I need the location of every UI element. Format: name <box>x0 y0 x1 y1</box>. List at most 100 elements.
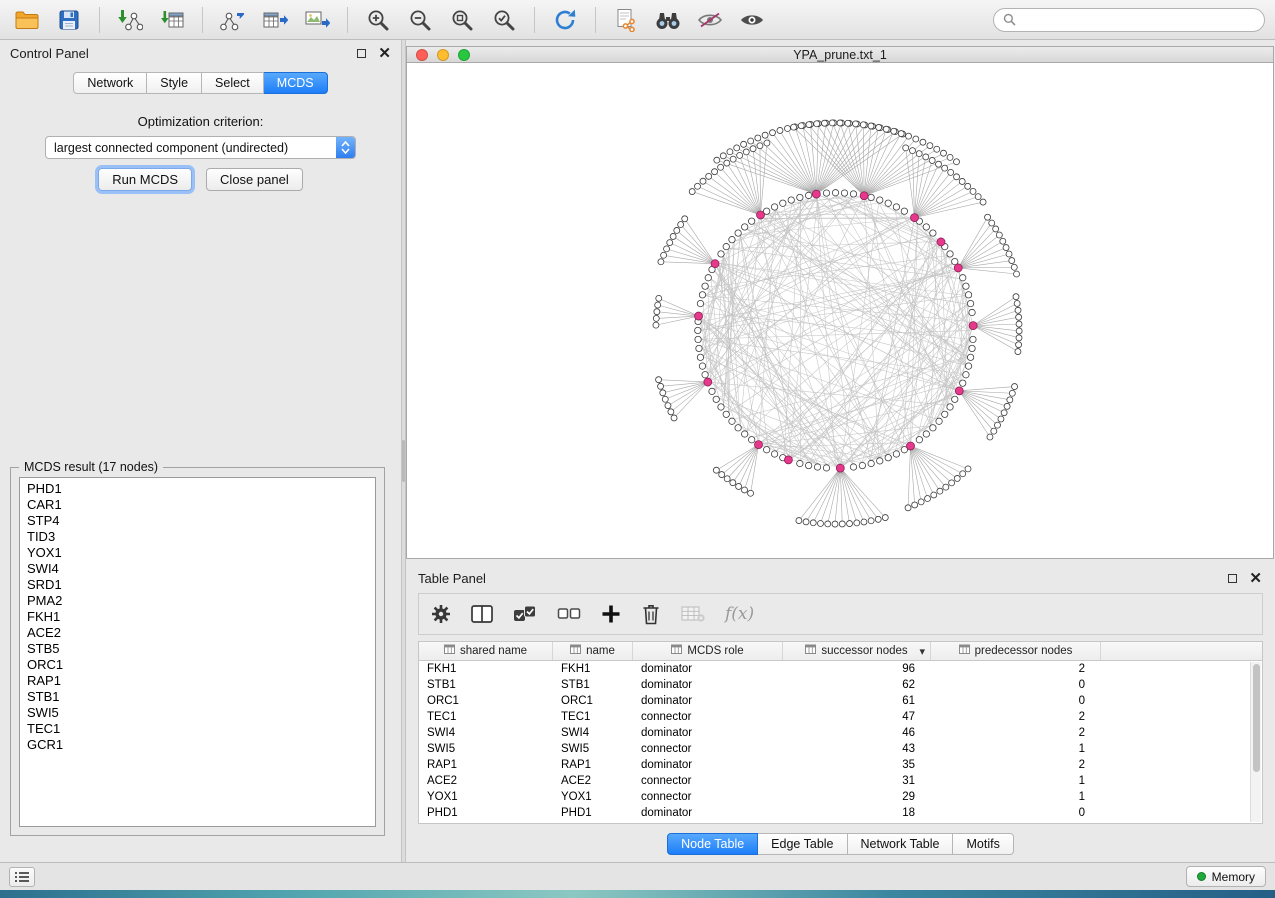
table-scrollbar[interactable] <box>1250 662 1261 822</box>
table-cell: 1 <box>931 741 1101 757</box>
export-image-icon[interactable] <box>300 5 334 35</box>
node-table: shared namenameMCDS rolesuccessor nodes▾… <box>418 641 1263 824</box>
table-panel-float-button[interactable] <box>1228 574 1237 583</box>
tab-style[interactable]: Style <box>147 72 202 94</box>
mcds-result-item[interactable]: SWI4 <box>20 561 375 577</box>
mcds-result-item[interactable]: STB5 <box>20 641 375 657</box>
table-row[interactable]: STB1STB1dominator620 <box>419 677 1262 693</box>
window-zoom-button[interactable] <box>458 49 470 61</box>
mcds-result-item[interactable]: PMA2 <box>20 593 375 609</box>
table-cell: STB1 <box>553 677 633 693</box>
close-panel-action-button[interactable]: Close panel <box>206 168 303 191</box>
export-table-icon[interactable] <box>258 5 292 35</box>
split-columns-icon[interactable] <box>471 605 493 623</box>
table-panel-tabs: Node TableEdge TableNetwork TableMotifs <box>406 833 1275 855</box>
gear-icon[interactable] <box>431 604 451 624</box>
tab-motifs[interactable]: Motifs <box>953 833 1013 855</box>
column-header-shared-name[interactable]: shared name <box>419 642 553 660</box>
table-row[interactable]: PHD1PHD1dominator180 <box>419 805 1262 821</box>
search-input[interactable] <box>1022 13 1255 27</box>
refresh-icon[interactable] <box>548 5 582 35</box>
table-cell-filler <box>1101 677 1262 693</box>
table-cell: 29 <box>783 789 931 805</box>
zoom-fit-icon[interactable] <box>445 5 479 35</box>
task-history-icon[interactable] <box>9 867 35 887</box>
table-cell: SWI5 <box>553 741 633 757</box>
run-mcds-button[interactable]: Run MCDS <box>98 168 192 191</box>
hide-details-icon[interactable] <box>693 5 727 35</box>
mcds-result-item[interactable]: TEC1 <box>20 721 375 737</box>
table-cell-filler <box>1101 741 1262 757</box>
toolbar-separator <box>202 7 203 33</box>
mcds-result-item[interactable]: CAR1 <box>20 497 375 513</box>
sort-arrow-icon[interactable]: ▾ <box>919 645 925 658</box>
close-panel-button[interactable]: ✕ <box>378 46 391 61</box>
tab-edge-table[interactable]: Edge Table <box>758 833 847 855</box>
scrollbar-thumb[interactable] <box>1253 664 1260 772</box>
network-canvas[interactable] <box>406 63 1274 559</box>
table-cell: ORC1 <box>419 693 553 709</box>
mcds-result-item[interactable]: STB1 <box>20 689 375 705</box>
table-cell: RAP1 <box>553 757 633 773</box>
dropdown-stepper-icon <box>336 137 355 158</box>
column-header-predecessor-nodes[interactable]: predecessor nodes <box>931 642 1101 660</box>
table-panel-close-button[interactable]: ✕ <box>1249 571 1262 586</box>
save-icon[interactable] <box>52 5 86 35</box>
mcds-result-item[interactable]: SRD1 <box>20 577 375 593</box>
mcds-result-item[interactable]: STP4 <box>20 513 375 529</box>
import-network-icon[interactable] <box>113 5 147 35</box>
table-row[interactable]: ACE2ACE2connector311 <box>419 773 1262 789</box>
table-row[interactable]: RAP1RAP1dominator352 <box>419 757 1262 773</box>
tab-select[interactable]: Select <box>202 72 264 94</box>
mcds-result-item[interactable]: YOX1 <box>20 545 375 561</box>
column-header-MCDS-role[interactable]: MCDS role <box>633 642 783 660</box>
binoculars-icon[interactable] <box>651 5 685 35</box>
mcds-result-item[interactable]: SWI5 <box>20 705 375 721</box>
import-table-icon[interactable] <box>155 5 189 35</box>
window-minimize-button[interactable] <box>437 49 449 61</box>
table-row[interactable]: FKH1FKH1dominator962 <box>419 661 1262 677</box>
column-header-name[interactable]: name <box>553 642 633 660</box>
table-cell: 2 <box>931 661 1101 677</box>
table-cell: 1 <box>931 773 1101 789</box>
table-row[interactable]: YOX1YOX1connector291 <box>419 789 1262 805</box>
mcds-result-list: PHD1CAR1STP4TID3YOX1SWI4SRD1PMA2FKH1ACE2… <box>19 477 376 827</box>
table-row[interactable]: SWI5SWI5connector431 <box>419 741 1262 757</box>
trash-icon[interactable] <box>641 603 661 625</box>
float-panel-button[interactable] <box>357 49 366 58</box>
optimization-criterion-dropdown[interactable]: largest connected component (undirected) <box>45 136 356 159</box>
memory-label: Memory <box>1212 870 1255 884</box>
tab-network-table[interactable]: Network Table <box>848 833 954 855</box>
column-header-successor-nodes[interactable]: successor nodes▾ <box>783 642 931 660</box>
table-cell: 43 <box>783 741 931 757</box>
open-folder-icon[interactable] <box>10 5 44 35</box>
select-all-checks-icon[interactable] <box>513 604 537 624</box>
show-details-icon[interactable] <box>735 5 769 35</box>
column-header-filler <box>1101 642 1262 660</box>
tab-mcds[interactable]: MCDS <box>264 72 328 94</box>
window-close-button[interactable] <box>416 49 428 61</box>
splitter-handle[interactable] <box>402 440 405 482</box>
table-cell: 46 <box>783 725 931 741</box>
mcds-result-item[interactable]: RAP1 <box>20 673 375 689</box>
zoom-selected-icon[interactable] <box>487 5 521 35</box>
share-document-icon[interactable] <box>609 5 643 35</box>
table-row[interactable]: TEC1TEC1connector472 <box>419 709 1262 725</box>
tab-node-table[interactable]: Node Table <box>667 833 758 855</box>
zoom-in-icon[interactable] <box>361 5 395 35</box>
add-icon[interactable] <box>601 604 621 624</box>
zoom-out-icon[interactable] <box>403 5 437 35</box>
mcds-result-item[interactable]: TID3 <box>20 529 375 545</box>
table-row[interactable]: ORC1ORC1dominator610 <box>419 693 1262 709</box>
table-row[interactable]: SWI4SWI4dominator462 <box>419 725 1262 741</box>
mcds-result-item[interactable]: ACE2 <box>20 625 375 641</box>
mcds-result-item[interactable]: ORC1 <box>20 657 375 673</box>
mcds-result-item[interactable]: FKH1 <box>20 609 375 625</box>
table-grid-icon <box>671 644 682 658</box>
mcds-result-item[interactable]: PHD1 <box>20 481 375 497</box>
mcds-result-item[interactable]: GCR1 <box>20 737 375 753</box>
tab-network[interactable]: Network <box>73 72 147 94</box>
memory-button[interactable]: Memory <box>1186 866 1266 887</box>
clear-all-checks-icon[interactable] <box>557 607 581 621</box>
export-network-icon[interactable] <box>216 5 250 35</box>
